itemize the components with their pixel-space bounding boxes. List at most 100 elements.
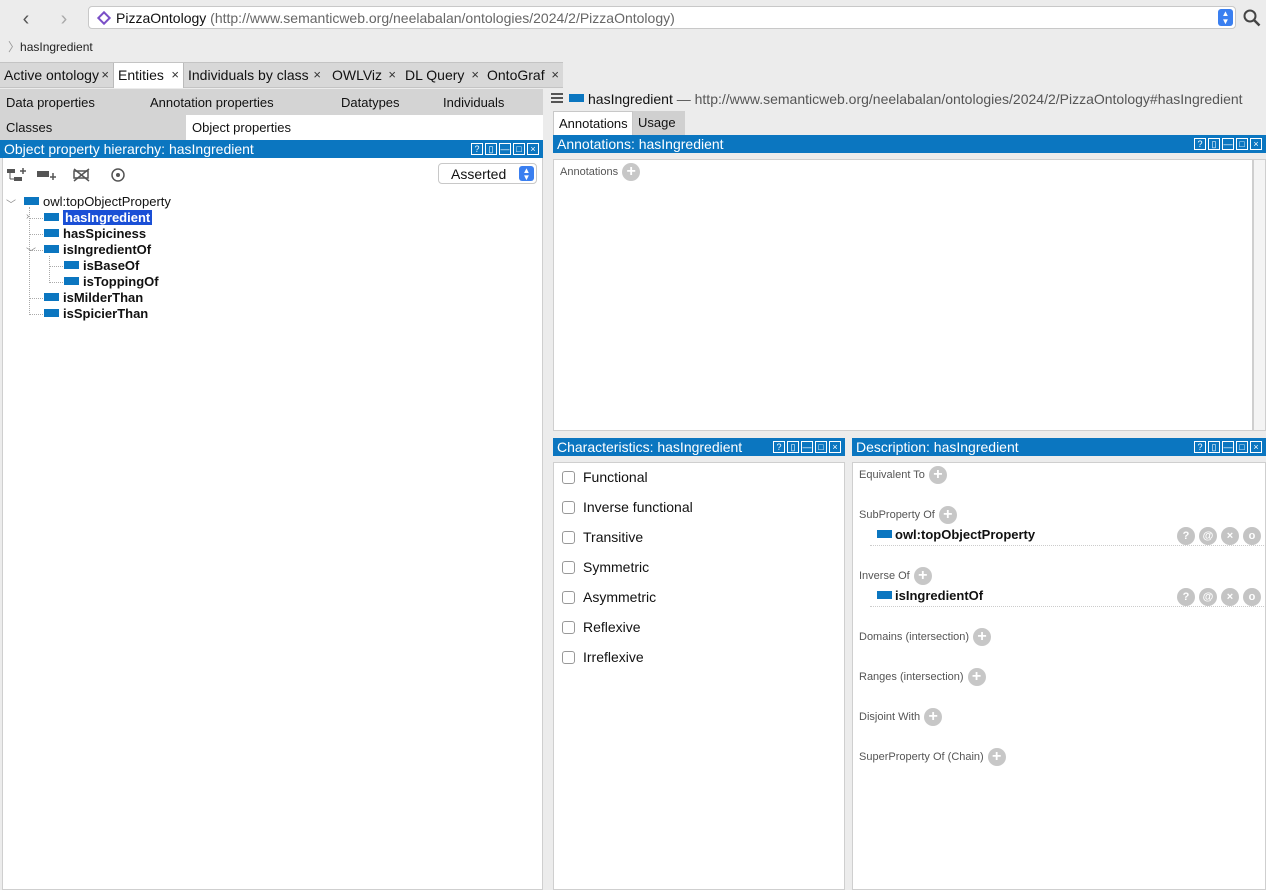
search-icon[interactable]	[1243, 9, 1261, 27]
functional-checkbox[interactable]: Functional	[562, 470, 648, 484]
add-range-icon[interactable]: +	[967, 668, 986, 686]
breadcrumb[interactable]: 〉hasIngredient	[8, 38, 93, 55]
tab-dl-query[interactable]: DL Query ×	[401, 63, 483, 88]
close-icon[interactable]: ×	[101, 63, 109, 87]
close-icon[interactable]: ×	[1250, 441, 1262, 453]
help-icon[interactable]: ?	[1194, 138, 1206, 150]
tree-item-isbaseof[interactable]: isBaseOf	[64, 258, 139, 274]
subtab-object-properties[interactable]: Object properties	[186, 115, 543, 140]
close-icon[interactable]: ×	[313, 63, 321, 87]
tree-item-hasspiciness[interactable]: hasSpiciness	[44, 226, 146, 242]
checkbox-box[interactable]	[562, 621, 575, 634]
irreflexive-checkbox[interactable]: Irreflexive	[562, 650, 644, 664]
help-icon[interactable]: ?	[773, 441, 785, 453]
split-icon[interactable]: ▯	[1208, 138, 1220, 150]
close-icon[interactable]: ×	[471, 63, 479, 87]
edit-icon[interactable]: o	[1243, 527, 1261, 545]
maximize-icon[interactable]: □	[1236, 441, 1248, 453]
entity-iri: — http://www.semanticweb.org/neelabalan/…	[676, 91, 1243, 107]
split-icon[interactable]: ▯	[787, 441, 799, 453]
close-icon[interactable]: ×	[1250, 138, 1262, 150]
symmetric-checkbox[interactable]: Symmetric	[562, 560, 649, 574]
expand-chevron-icon[interactable]: ›	[26, 211, 29, 222]
asserted-inferred-select[interactable]: Asserted ▲ ▼	[438, 163, 537, 184]
tree-item-isingredientof[interactable]: isIngredientOf	[44, 242, 151, 258]
minimize-icon[interactable]: —	[499, 143, 511, 155]
close-icon[interactable]: ×	[829, 441, 841, 453]
help-icon[interactable]: ?	[471, 143, 483, 155]
tab-active-ontology[interactable]: Active ontology ×	[0, 63, 113, 88]
annotate-icon[interactable]: @	[1199, 588, 1217, 606]
close-icon[interactable]: ×	[171, 63, 179, 87]
subtab-individuals[interactable]: Individuals	[437, 90, 543, 115]
tree-item-isspicierthan[interactable]: isSpicierThan	[44, 306, 148, 322]
inverse-of-value[interactable]: isIngredientOf	[877, 588, 983, 603]
tab-entities[interactable]: Entities ×	[113, 63, 184, 88]
add-inverse-icon[interactable]: +	[913, 567, 932, 585]
add-chain-icon[interactable]: +	[987, 748, 1006, 766]
close-icon[interactable]: ×	[388, 63, 396, 87]
minimize-icon[interactable]: —	[1222, 441, 1234, 453]
checkbox-box[interactable]	[562, 591, 575, 604]
add-domain-icon[interactable]: +	[973, 628, 992, 646]
reflexive-checkbox[interactable]: Reflexive	[562, 620, 641, 634]
tree-item-root[interactable]: owl:topObjectProperty	[24, 194, 171, 210]
maximize-icon[interactable]: □	[513, 143, 525, 155]
ontology-address-bar[interactable]: PizzaOntology (http://www.semanticweb.or…	[88, 6, 1236, 29]
explain-icon[interactable]: ?	[1177, 588, 1195, 606]
annotate-icon[interactable]: @	[1199, 527, 1217, 545]
subproperty-of-section: SubProperty Of +	[859, 506, 957, 524]
subtab-data-properties[interactable]: Data properties	[0, 90, 143, 115]
tree-item-istoppingof[interactable]: isToppingOf	[64, 274, 159, 290]
minimize-icon[interactable]: —	[1222, 138, 1234, 150]
add-equivalent-icon[interactable]: +	[928, 466, 947, 484]
forward-button[interactable]: ›	[52, 8, 76, 32]
subtab-datatypes[interactable]: Datatypes	[335, 90, 437, 115]
ontology-name: PizzaOntology	[116, 10, 207, 26]
tab-individuals-by-class[interactable]: Individuals by class ×	[184, 63, 325, 88]
minimize-icon[interactable]: —	[801, 441, 813, 453]
checkbox-box[interactable]	[562, 531, 575, 544]
asymmetric-checkbox[interactable]: Asymmetric	[562, 590, 656, 604]
checkbox-box[interactable]	[562, 471, 575, 484]
subtab-annotation-properties[interactable]: Annotation properties	[144, 90, 334, 115]
characteristics-header-buttons: ? ▯ — □ ×	[773, 441, 841, 453]
tree-guide-line	[29, 298, 43, 299]
help-icon[interactable]: ?	[1194, 441, 1206, 453]
annotations-scrollbar[interactable]	[1253, 159, 1266, 431]
collapse-chevron-icon[interactable]: ﹀	[26, 244, 36, 259]
checkbox-box[interactable]	[562, 561, 575, 574]
back-button[interactable]: ‹	[14, 8, 38, 32]
close-icon[interactable]: ×	[527, 143, 539, 155]
delete-property-icon[interactable]	[72, 167, 94, 183]
split-icon[interactable]: ▯	[1208, 441, 1220, 453]
tree-item-hasingredient[interactable]: hasIngredient	[44, 210, 153, 226]
checkbox-box[interactable]	[562, 501, 575, 514]
tab-ontograf[interactable]: OntoGraf ×	[483, 63, 563, 88]
subtab-classes[interactable]: Classes	[0, 115, 186, 140]
add-annotation-icon[interactable]: +	[622, 163, 641, 181]
add-disjoint-icon[interactable]: +	[924, 708, 943, 726]
tree-item-ismilderthan[interactable]: isMilderThan	[44, 290, 143, 306]
explain-icon[interactable]: ?	[1177, 527, 1195, 545]
inverse-functional-checkbox[interactable]: Inverse functional	[562, 500, 693, 514]
target-icon[interactable]	[108, 167, 130, 183]
add-sibling-property-icon[interactable]	[36, 167, 58, 183]
tab-owlviz[interactable]: OWLViz ×	[328, 63, 400, 88]
close-icon[interactable]: ×	[551, 63, 559, 87]
collapse-chevron-icon[interactable]: ﹀	[6, 196, 16, 211]
tab-usage[interactable]: Usage	[633, 111, 685, 135]
transitive-checkbox[interactable]: Transitive	[562, 530, 643, 544]
split-icon[interactable]: ▯	[485, 143, 497, 155]
checkbox-box[interactable]	[562, 651, 575, 664]
delete-icon[interactable]: ×	[1221, 527, 1239, 545]
maximize-icon[interactable]: □	[815, 441, 827, 453]
subproperty-of-value[interactable]: owl:topObjectProperty	[877, 527, 1035, 542]
address-dropdown-stepper[interactable]: ▲ ▼	[1218, 9, 1233, 26]
tab-annotations[interactable]: Annotations	[553, 111, 633, 135]
add-subproperty-icon[interactable]	[6, 167, 28, 183]
edit-icon[interactable]: o	[1243, 588, 1261, 606]
delete-icon[interactable]: ×	[1221, 588, 1239, 606]
maximize-icon[interactable]: □	[1236, 138, 1248, 150]
add-subproperty-icon[interactable]: +	[938, 506, 957, 524]
